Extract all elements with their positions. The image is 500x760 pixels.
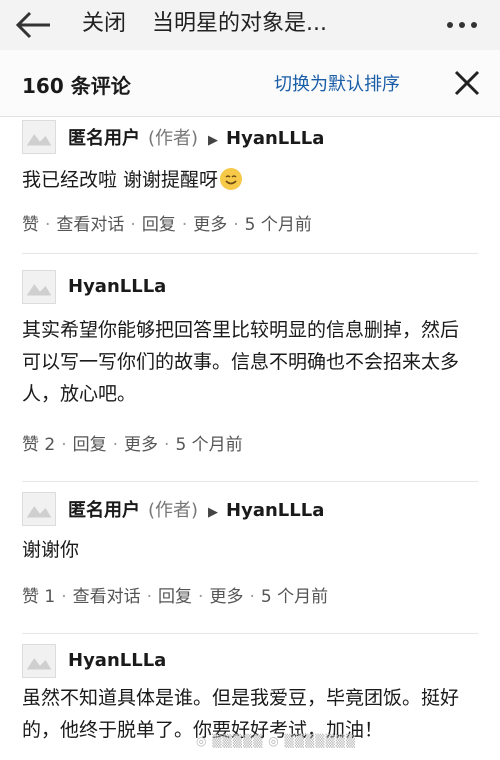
page-title: 当明星的对象是... xyxy=(152,11,327,36)
top-bar: 关闭 当明星的对象是... xyxy=(0,0,500,51)
avatar[interactable] xyxy=(22,120,56,154)
comment-meta: HyanLLLa xyxy=(68,650,166,671)
more-button[interactable]: 更多 xyxy=(124,435,158,455)
comment-item: 匿名用户 (作者) ▶ HyanLLLa 谢谢你 赞 1 · 查看对话 · 回复 · 更多 · 5 个… xyxy=(0,482,500,634)
close-x-icon[interactable] xyxy=(450,66,484,100)
comment-item: HyanLLLa 其实希望你能够把回答里比较明显的信息删掉，然后可以写一写你们的… xyxy=(0,254,500,482)
comment-author[interactable]: 匿名用户 xyxy=(68,500,140,521)
watermark: ◎ ▒▒▒▒▒ ◎ ▒▒▒▒▒▒▒ xyxy=(196,734,357,748)
comment-author[interactable]: 匿名用户 xyxy=(68,128,140,149)
like-button[interactable]: 赞 2 xyxy=(22,435,55,455)
comment-item: 匿名用户 (作者) ▶ HyanLLLa 我已经改啦 谢谢提醒呀 赞 · 查看对话 · 回复 ·… xyxy=(0,116,500,254)
like-button[interactable]: 赞 1 xyxy=(22,587,55,607)
author-role: (作者) xyxy=(148,128,199,149)
more-dots-icon[interactable] xyxy=(440,8,484,42)
timestamp: 5 个月前 xyxy=(260,587,329,607)
avatar[interactable] xyxy=(22,644,56,678)
comment-author[interactable]: HyanLLLa xyxy=(68,650,166,671)
reply-to-user[interactable]: HyanLLLa xyxy=(226,128,324,149)
comment-actions: 赞 · 查看对话 · 回复 · 更多 · 5 个月前 xyxy=(22,215,312,235)
timestamp: 5 个月前 xyxy=(175,435,243,455)
comment-text: 谢谢你 xyxy=(22,539,80,561)
smile-emoji-icon xyxy=(220,168,243,190)
comment-text-wrap: 我已经改啦 谢谢提醒呀 xyxy=(22,164,472,196)
view-conversation-link[interactable]: 查看对话 xyxy=(73,587,141,607)
more-button[interactable]: 更多 xyxy=(209,587,243,607)
comment-meta: 匿名用户 (作者) ▶ HyanLLLa xyxy=(68,124,324,150)
reply-arrow-icon: ▶ xyxy=(208,133,219,148)
more-button[interactable]: 更多 xyxy=(193,215,227,235)
reply-to-user[interactable]: HyanLLLa xyxy=(226,500,324,521)
like-button[interactable]: 赞 xyxy=(22,215,39,235)
comment-author[interactable]: HyanLLLa xyxy=(68,276,166,297)
reply-button[interactable]: 回复 xyxy=(142,215,176,235)
comments-header: 160 条评论 切换为默认排序 xyxy=(0,50,500,117)
reply-button[interactable]: 回复 xyxy=(73,435,107,455)
sort-toggle-link[interactable]: 切换为默认排序 xyxy=(274,70,400,96)
comment-actions: 赞 1 · 查看对话 · 回复 · 更多 · 5 个月前 xyxy=(22,587,329,607)
comment-meta: HyanLLLa xyxy=(68,276,166,297)
close-page-button[interactable]: 关闭 xyxy=(82,8,126,40)
reply-arrow-icon: ▶ xyxy=(208,505,219,520)
view-conversation-link[interactable]: 查看对话 xyxy=(56,215,124,235)
comment-count: 160 条评论 xyxy=(22,74,131,98)
comment-actions: 赞 2 · 回复 · 更多 · 5 个月前 xyxy=(22,435,243,455)
avatar[interactable] xyxy=(22,270,56,304)
comment-text: 我已经改啦 谢谢提醒呀 xyxy=(22,169,219,191)
timestamp: 5 个月前 xyxy=(244,215,312,235)
avatar[interactable] xyxy=(22,492,56,526)
reply-button[interactable]: 回复 xyxy=(158,587,192,607)
back-arrow-icon[interactable] xyxy=(14,8,54,42)
comment-meta: 匿名用户 (作者) ▶ HyanLLLa xyxy=(68,496,324,522)
author-role: (作者) xyxy=(148,500,199,521)
comment-text: 其实希望你能够把回答里比较明显的信息删掉，然后可以写一写你们的故事。信息不明确也… xyxy=(22,319,460,405)
